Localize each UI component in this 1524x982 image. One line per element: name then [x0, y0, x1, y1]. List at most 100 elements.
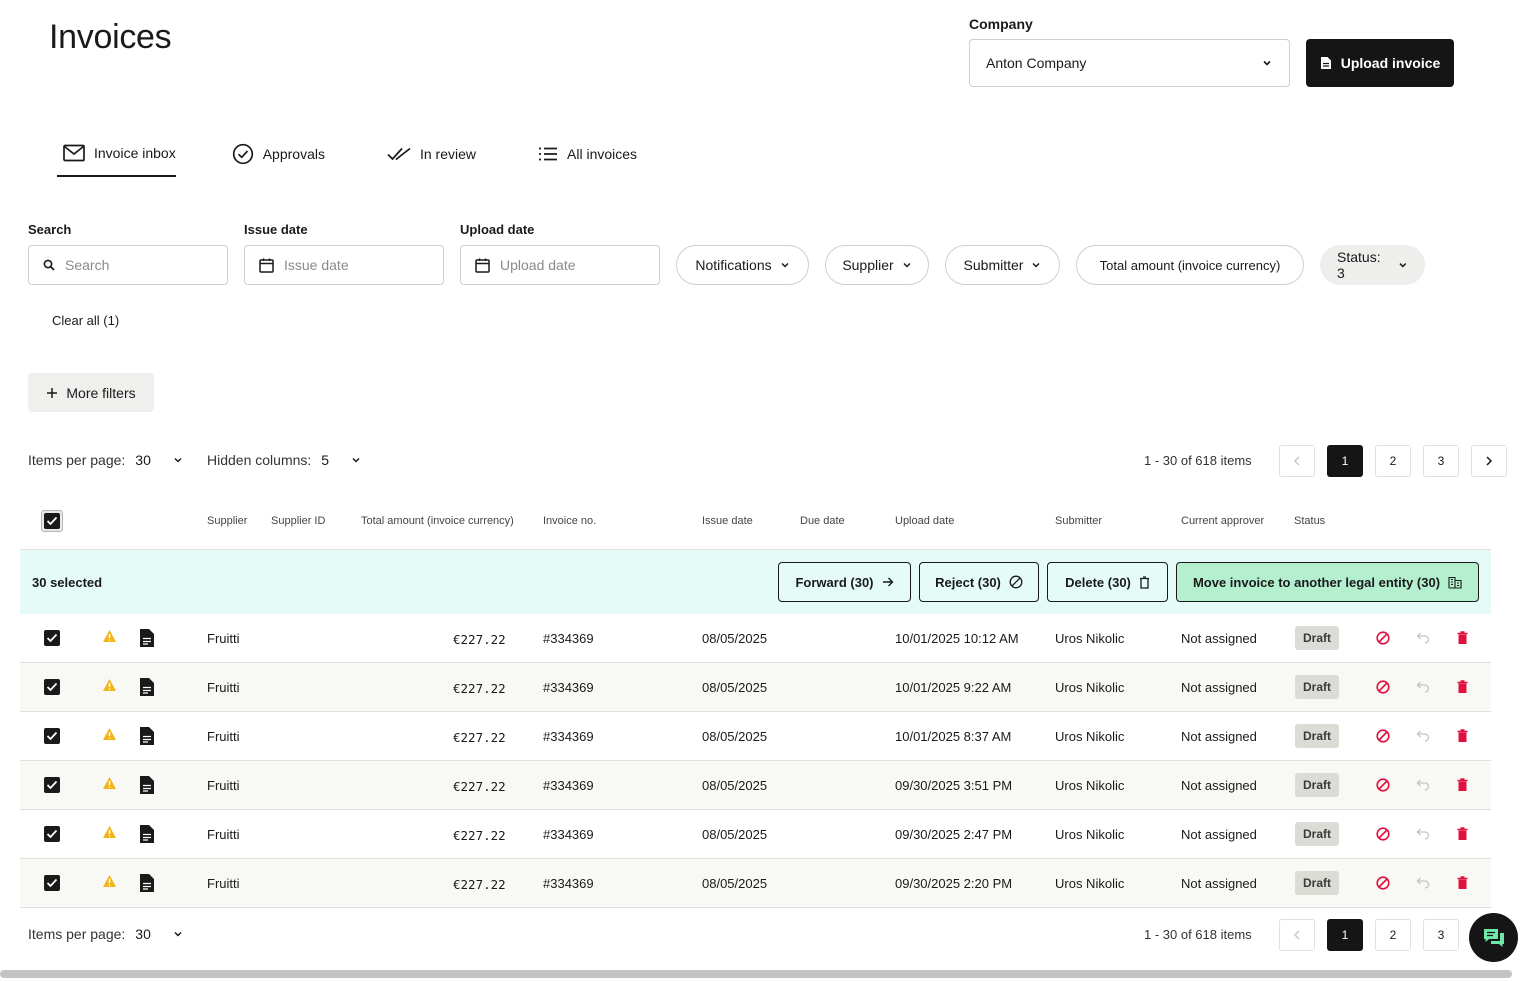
warning-icon	[103, 630, 116, 642]
company-select[interactable]: Anton Company	[969, 39, 1290, 87]
building-icon	[1448, 576, 1462, 589]
reject-icon[interactable]	[1376, 827, 1390, 841]
select-all-checkbox[interactable]	[41, 510, 63, 532]
notifications-filter[interactable]: Notifications	[676, 245, 809, 285]
approver-cell: Not assigned	[1181, 827, 1257, 842]
page-button[interactable]: 3	[1423, 919, 1459, 951]
hidden-columns-value[interactable]: 5	[321, 452, 329, 468]
undo-icon[interactable]	[1416, 828, 1430, 840]
row-checkbox[interactable]	[44, 875, 60, 891]
clear-all-button[interactable]: Clear all (1)	[52, 313, 119, 328]
document-icon[interactable]	[139, 775, 155, 795]
column-header-due-date[interactable]: Due date	[800, 515, 845, 527]
undo-icon[interactable]	[1416, 779, 1430, 791]
more-filters-button[interactable]: More filters	[28, 373, 154, 412]
document-icon[interactable]	[139, 873, 155, 893]
column-header-issue-date[interactable]: Issue date	[702, 515, 753, 527]
page-button[interactable]: 2	[1375, 919, 1411, 951]
column-header-total-amount[interactable]: Total amount (invoice currency)	[361, 515, 514, 527]
upload-invoice-button[interactable]: Upload invoice	[1306, 39, 1454, 87]
tab-in-review[interactable]: In review	[381, 130, 482, 177]
submitter-filter[interactable]: Submitter	[945, 245, 1060, 285]
search-input[interactable]: Search	[28, 245, 228, 285]
trash-icon[interactable]	[1457, 631, 1468, 645]
selection-bar: 30 selected Forward (30) Reject (30) Del…	[20, 550, 1491, 614]
pill-label: Status: 3	[1337, 249, 1381, 281]
reject-icon[interactable]	[1376, 631, 1390, 645]
items-per-page-value[interactable]: 30	[135, 452, 151, 468]
delete-button[interactable]: Delete (30)	[1047, 562, 1168, 602]
page-button[interactable]: 1	[1327, 919, 1363, 951]
row-checkbox[interactable]	[44, 826, 60, 842]
reject-icon[interactable]	[1376, 876, 1390, 890]
document-icon[interactable]	[139, 628, 155, 648]
column-header-invoice-no[interactable]: Invoice no.	[543, 515, 596, 527]
trash-icon[interactable]	[1457, 729, 1468, 743]
reject-icon[interactable]	[1376, 680, 1390, 694]
reject-icon[interactable]	[1376, 729, 1390, 743]
trash-icon[interactable]	[1457, 876, 1468, 890]
column-header-submitter[interactable]: Submitter	[1055, 515, 1102, 527]
page-button[interactable]: 3	[1423, 445, 1459, 477]
page-button[interactable]: 1	[1327, 445, 1363, 477]
table-row[interactable]: Fruitti €227.22 #334369 08/05/2025 09/30…	[20, 761, 1491, 810]
chevron-down-icon	[1399, 263, 1407, 268]
undo-icon[interactable]	[1416, 730, 1430, 742]
column-header-current-approver[interactable]: Current approver	[1181, 515, 1264, 527]
undo-icon[interactable]	[1416, 681, 1430, 693]
hidden-columns-label: Hidden columns:	[207, 452, 312, 468]
row-checkbox[interactable]	[44, 630, 60, 646]
prev-page-button[interactable]	[1279, 445, 1315, 477]
column-header-upload-date[interactable]: Upload date	[895, 515, 954, 527]
status-filter[interactable]: Status: 3	[1320, 245, 1425, 285]
block-icon	[1009, 575, 1023, 589]
table-row[interactable]: Fruitti €227.22 #334369 08/05/2025 09/30…	[20, 859, 1491, 908]
document-icon[interactable]	[139, 677, 155, 697]
undo-icon[interactable]	[1416, 877, 1430, 889]
trash-icon[interactable]	[1457, 778, 1468, 792]
items-per-page-value[interactable]: 30	[135, 926, 151, 942]
row-checkbox[interactable]	[44, 679, 60, 695]
table-row[interactable]: Fruitti €227.22 #334369 08/05/2025 10/01…	[20, 614, 1491, 663]
tab-invoice-inbox[interactable]: Invoice inbox	[57, 130, 176, 177]
upload-date-input[interactable]: Upload date	[460, 245, 660, 285]
move-legal-entity-button[interactable]: Move invoice to another legal entity (30…	[1176, 562, 1479, 602]
trash-icon[interactable]	[1457, 827, 1468, 841]
next-page-button[interactable]	[1471, 445, 1507, 477]
chat-support-button[interactable]	[1469, 913, 1518, 962]
forward-button[interactable]: Forward (30)	[778, 562, 911, 602]
reject-button[interactable]: Reject (30)	[919, 562, 1039, 602]
reject-icon[interactable]	[1376, 778, 1390, 792]
column-header-status[interactable]: Status	[1294, 515, 1325, 527]
document-icon[interactable]	[139, 824, 155, 844]
page-button[interactable]: 2	[1375, 445, 1411, 477]
row-checkbox[interactable]	[44, 777, 60, 793]
tab-all-invoices[interactable]: All invoices	[532, 130, 643, 177]
upload-date-cell: 10/01/2025 9:22 AM	[895, 680, 1012, 695]
supplier-cell: Fruitti	[207, 631, 240, 646]
warning-icon	[103, 679, 116, 691]
table-row[interactable]: Fruitti €227.22 #334369 08/05/2025 10/01…	[20, 712, 1491, 761]
table-row[interactable]: Fruitti €227.22 #334369 08/05/2025 09/30…	[20, 810, 1491, 859]
row-checkbox[interactable]	[44, 728, 60, 744]
items-per-page-bottom: Items per page: 30	[28, 926, 183, 942]
issue-date-cell: 08/05/2025	[702, 631, 768, 646]
document-icon[interactable]	[139, 726, 155, 746]
supplier-cell: Fruitti	[207, 827, 240, 842]
chevron-down-icon[interactable]	[173, 455, 183, 465]
undo-icon[interactable]	[1416, 632, 1430, 644]
issue-date-input[interactable]: Issue date	[244, 245, 444, 285]
chevron-down-icon[interactable]	[351, 455, 361, 465]
trash-icon[interactable]	[1457, 680, 1468, 694]
items-per-page-label: Items per page:	[28, 452, 126, 468]
issue-date-cell: 08/05/2025	[702, 729, 768, 744]
table-row[interactable]: Fruitti €227.22 #334369 08/05/2025 10/01…	[20, 663, 1491, 712]
supplier-filter[interactable]: Supplier	[825, 245, 929, 285]
horizontal-scrollbar[interactable]	[0, 970, 1512, 978]
column-header-supplier[interactable]: Supplier	[207, 515, 247, 527]
chevron-down-icon[interactable]	[173, 929, 183, 939]
tab-approvals[interactable]: Approvals	[226, 130, 331, 177]
prev-page-button[interactable]	[1279, 919, 1315, 951]
total-amount-filter[interactable]: Total amount (invoice currency)	[1076, 245, 1304, 285]
column-header-supplier-id[interactable]: Supplier ID	[271, 515, 325, 527]
